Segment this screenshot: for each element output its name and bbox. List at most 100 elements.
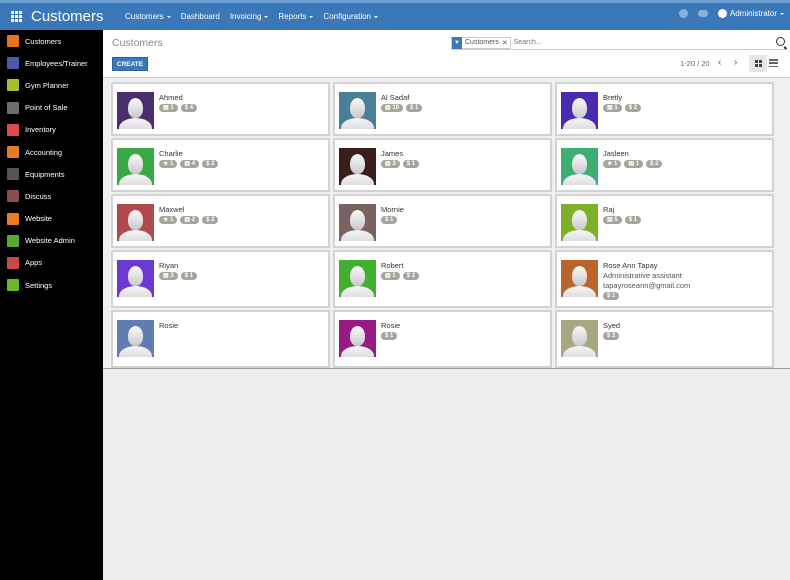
app-switcher-icon[interactable] [5,6,27,28]
facet-label: Customers [465,39,499,46]
count-badge[interactable]: $ 1 [381,332,398,340]
sidebar-item-customers[interactable]: Customers [0,30,103,52]
menu-configuration[interactable]: Configuration [323,12,379,21]
count-badge[interactable]: $ 1 [624,216,642,224]
search-icon[interactable] [776,37,785,46]
count-badge[interactable]: $ 2 [402,272,420,280]
menu-label: Reports [278,12,307,21]
count-badge[interactable]: ▤ 1 [381,272,400,280]
sidebar-item-website-admin[interactable]: Website Admin [0,230,103,252]
card-info: James ▤ 3 $ 1 [381,149,422,168]
avatar [561,204,598,241]
menu-customers[interactable]: Customers [125,12,171,21]
count-badge[interactable]: ★ 1 [603,160,622,168]
menu-label: Configuration [323,12,372,21]
count-badge[interactable]: ▤ 1 [603,104,622,112]
sidebar-item-apps[interactable]: Apps [0,252,103,274]
sidebar-item-gym-planner[interactable]: Gym Planner [0,74,103,96]
count-badge[interactable]: ▤ 1 [624,160,644,168]
top-navbar: Customers Customers Dashboard Invoicing … [0,0,790,30]
chat-icon[interactable] [697,10,708,17]
empty-area [103,368,790,580]
count-badge[interactable]: $ 4 [180,104,198,112]
avatar [339,260,376,297]
pager-next-icon[interactable]: › [734,57,737,68]
customer-card[interactable]: Charlie ★ 1 ▤ 4 $ 2 [111,138,330,192]
card-info: Charlie ★ 1 ▤ 4 $ 2 [159,149,221,168]
avatar [339,204,376,241]
count-badge[interactable]: ▤ 5 [603,216,622,224]
list-view-button[interactable] [769,59,778,67]
menu-dashboard[interactable]: Dashboard [181,12,220,21]
customer-card[interactable]: Raj ▤ 5 $ 1 [555,194,774,248]
customer-card[interactable]: Riyan ▤ 3 $ 1 [111,250,330,308]
customer-card[interactable]: Ahmed ▤ 1 $ 4 [111,82,330,136]
search-input[interactable] [513,39,764,46]
customer-card[interactable]: Rose Ann Tapay Administrative assistant ta… [555,250,774,308]
sidebar-item-website[interactable]: Website [0,208,103,230]
website-admin-icon [7,234,19,247]
count-badge[interactable]: $ 1 [603,292,620,300]
caret-down-icon [166,15,171,18]
breadcrumb: Customers [112,37,163,49]
sidebar-item-equipments[interactable]: Equipments [0,163,103,185]
customer-card[interactable]: Jasleen ★ 1 ▤ 1 $ 2 [555,138,774,192]
count-badge[interactable]: ▤ 1 [159,104,178,112]
count-badge[interactable]: $ 1 [381,216,398,224]
sidebar-item-settings[interactable]: Settings [0,274,103,296]
count-badge[interactable]: $ 1 [402,160,420,168]
customer-card[interactable]: Bretly ▤ 1 $ 2 [555,82,774,136]
count-badge[interactable]: $ 2 [646,160,663,168]
sidebar-item-discuss[interactable]: Discuss [0,185,103,207]
customer-card[interactable]: Syed $ 2 [555,310,774,368]
create-button[interactable]: CREATE [112,57,148,71]
count-badge[interactable]: ▤ 3 [159,272,178,280]
menu-invoicing[interactable]: Invoicing [230,12,269,21]
customer-card[interactable]: James ▤ 3 $ 1 [333,138,552,192]
count-badge[interactable]: $ 2 [603,332,620,340]
customer-card[interactable]: Mornie $ 1 [333,194,552,248]
sidebar-item-employees-trainer[interactable]: Employees/Trainer [0,52,103,74]
kanban-view-button[interactable] [749,55,767,72]
help-icon[interactable] [678,9,688,18]
sidebar-item-inventory[interactable]: Inventory [0,119,103,141]
search-bar: ▼ Customers ✕ [451,36,785,50]
count-badge[interactable]: $ 1 [406,104,423,112]
count-badge[interactable]: $ 2 [202,216,219,224]
customer-card[interactable]: Rosie $ 1 [333,310,552,368]
sidebar-item-label: Inventory [25,125,56,135]
sidebar-item-accounting[interactable]: Accounting [0,141,103,163]
customer-card[interactable]: Rosie [111,310,330,368]
avatar [117,320,154,357]
count-badge[interactable]: ▤ 3 [381,160,400,168]
user-avatar[interactable] [717,9,727,18]
avatar [339,92,376,129]
monitor-icon [7,101,19,114]
menu-reports[interactable]: Reports [278,12,314,21]
card-info: Rosie [159,321,178,332]
customer-name: Charlie [159,149,183,158]
count-badge[interactable]: ▤ 10 [381,104,404,112]
user-menu[interactable]: Administrator [730,9,777,18]
sidebar-item-point-of-sale[interactable]: Point of Sale [0,97,103,119]
pager-value[interactable]: 1-20 / 20 [680,59,710,68]
pager-previous-icon[interactable]: ‹ [718,57,721,68]
count-badge[interactable]: ★ 1 [159,160,178,168]
count-badge[interactable]: ▤ 4 [180,160,200,168]
card-info: Rose Ann Tapay Administrative assistant ta… [603,261,690,300]
count-badge[interactable]: ▤ 2 [180,216,200,224]
avatar [117,204,154,241]
badge-row: $ 1 [603,292,690,300]
remove-facet-icon[interactable]: ✕ [502,39,510,47]
avatar [561,92,598,129]
customer-card[interactable]: Maxwel ★ 1 ▤ 2 $ 2 [111,194,330,248]
sidebar-item-label: Gym Planner [25,80,69,90]
customer-card[interactable]: Al Sadaf ▤ 10 $ 1 [333,82,552,136]
customer-name: Maxwel [159,205,185,214]
avatar [339,148,376,185]
count-badge[interactable]: $ 1 [180,272,198,280]
count-badge[interactable]: $ 2 [202,160,219,168]
customer-card[interactable]: Robert ▤ 1 $ 2 [333,250,552,308]
count-badge[interactable]: ★ 1 [159,216,178,224]
count-badge[interactable]: $ 2 [624,104,642,112]
